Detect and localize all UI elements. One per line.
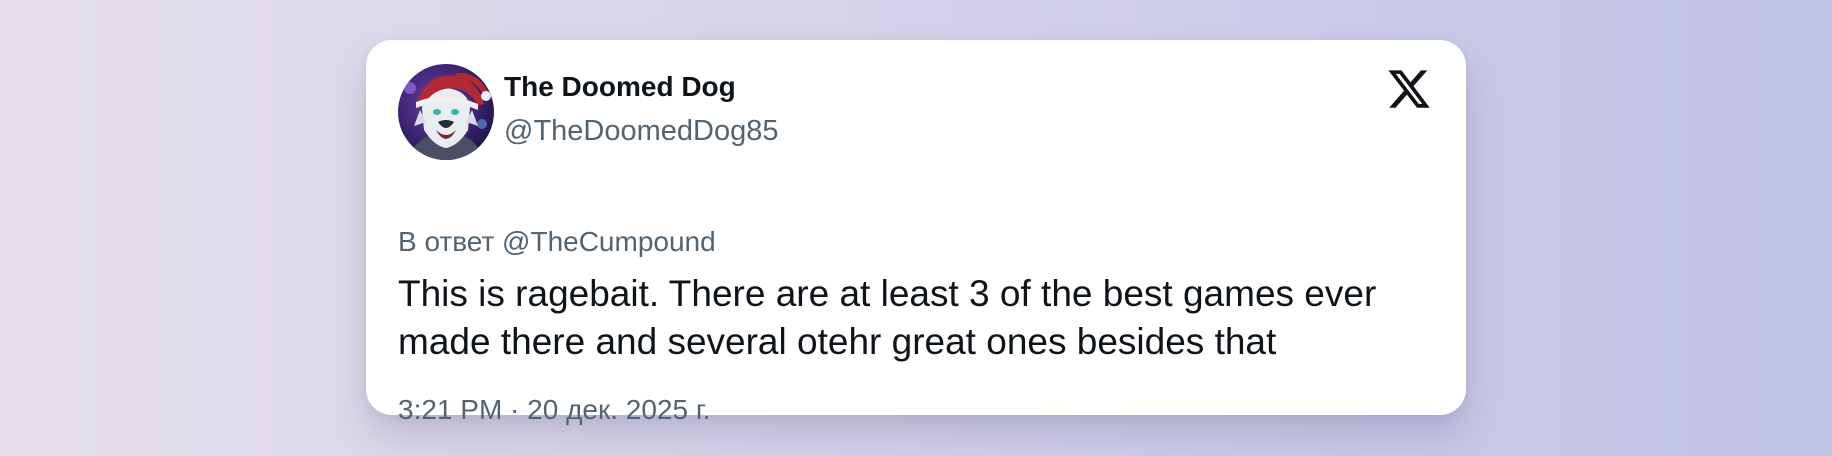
wolf-avatar-icon <box>398 64 494 160</box>
x-logo-icon[interactable] <box>1386 66 1432 112</box>
author-handle[interactable]: @TheDoomedDog85 <box>504 111 778 151</box>
tweet-header: The Doomed Dog @TheDoomedDog85 <box>398 64 778 160</box>
tweet-timestamp[interactable]: 3:21 PM · 20 дек. 2025 г. <box>398 390 710 430</box>
avatar[interactable] <box>398 64 494 160</box>
tweet-card[interactable]: The Doomed Dog @TheDoomedDog85 В ответ @… <box>366 40 1466 425</box>
reply-to-label[interactable]: В ответ @TheCumpound <box>398 222 716 262</box>
tweet-text: This is ragebait. There are at least 3 o… <box>398 273 1377 362</box>
author-display-name[interactable]: The Doomed Dog <box>504 67 778 107</box>
author-names: The Doomed Dog @TheDoomedDog85 <box>504 71 778 151</box>
